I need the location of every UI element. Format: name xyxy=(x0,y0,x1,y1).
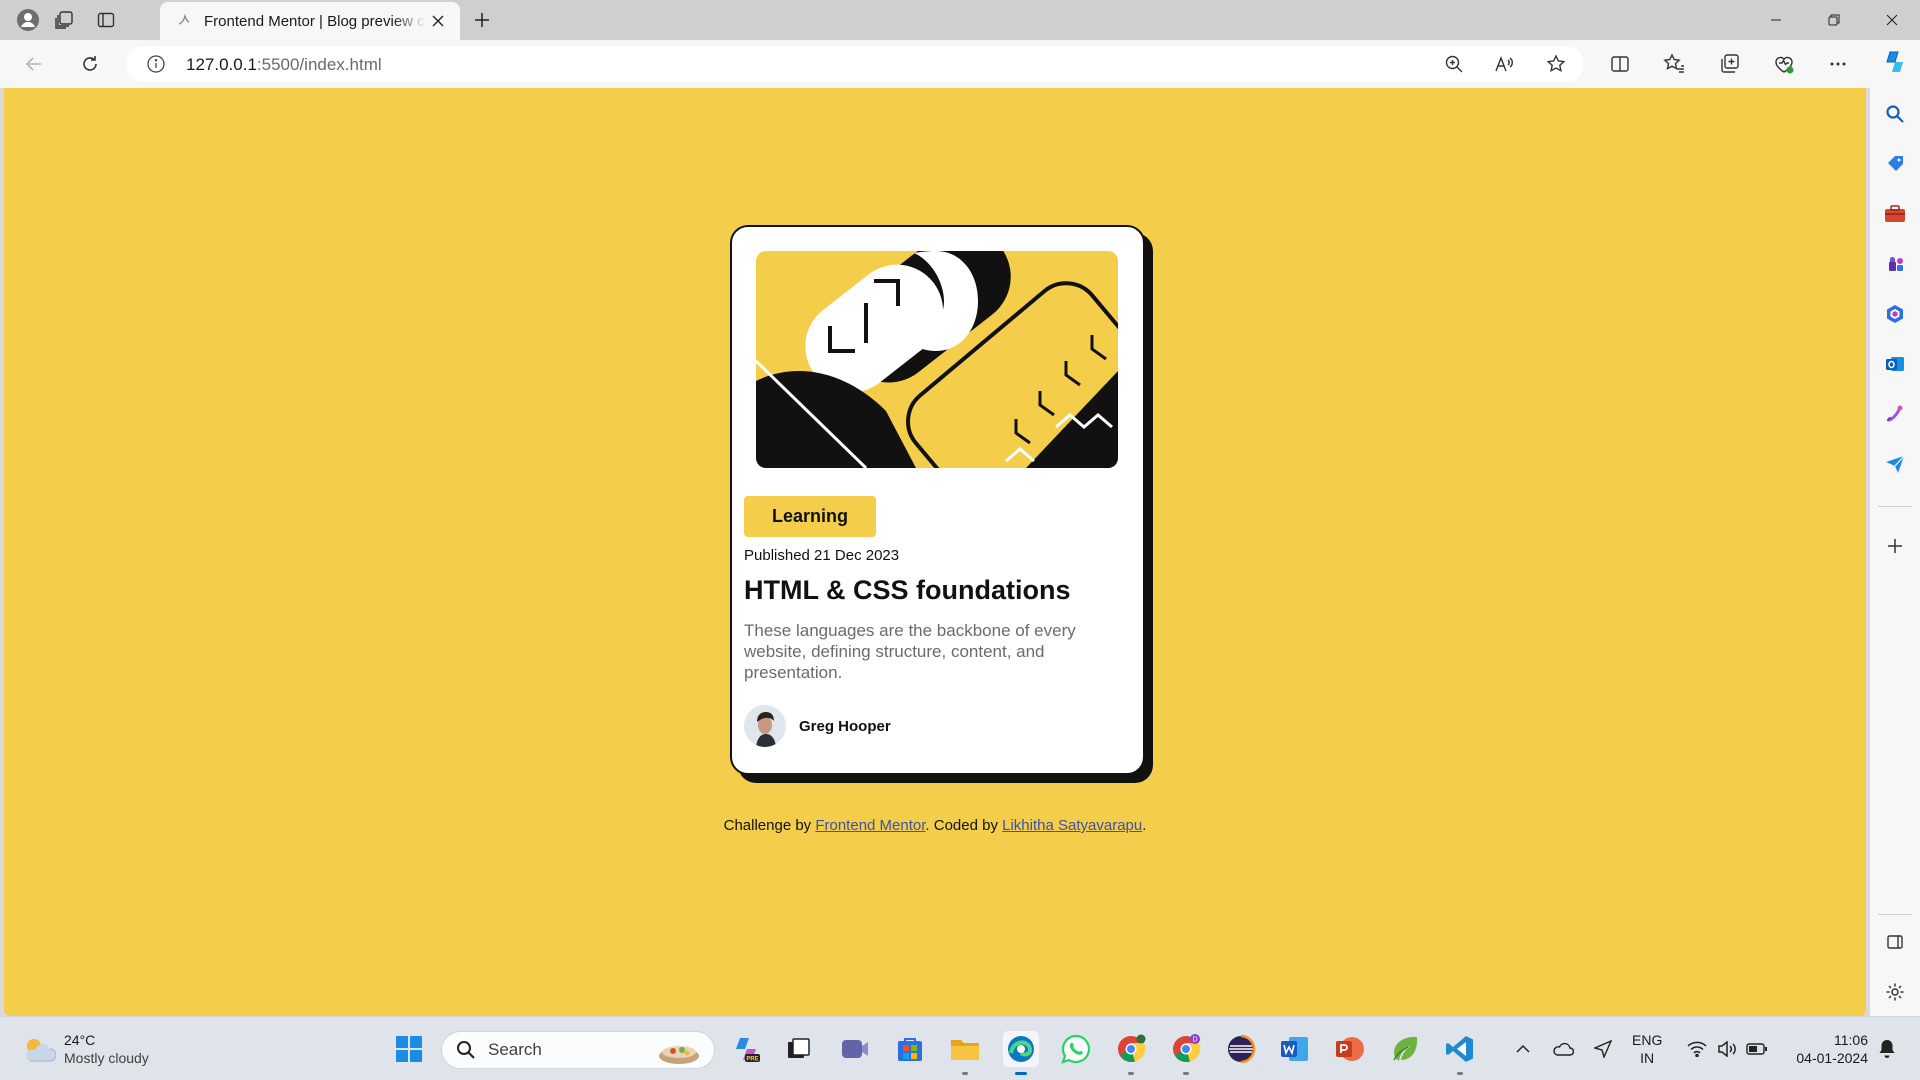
author-name: Greg Hooper xyxy=(799,717,891,735)
task-view-app[interactable] xyxy=(781,1031,817,1067)
url-text[interactable]: 127.0.0.1:5500/index.html xyxy=(186,55,382,75)
favorite-star-icon[interactable] xyxy=(1542,50,1570,78)
browser-tab[interactable]: Frontend Mentor | Blog preview card xyxy=(160,2,460,40)
avatar xyxy=(744,705,786,747)
battery-icon[interactable] xyxy=(1742,1033,1772,1065)
tab-actions-icon[interactable] xyxy=(92,6,120,34)
onedrive-icon[interactable] xyxy=(1548,1033,1578,1065)
add-sidebar-app-icon[interactable] xyxy=(1881,532,1909,560)
microsoft-store-app[interactable] xyxy=(892,1031,928,1067)
shopping-icon[interactable] xyxy=(1881,150,1909,178)
search-highlight-icon xyxy=(659,1046,699,1064)
tab-close-icon[interactable] xyxy=(426,9,450,33)
new-tab-button[interactable] xyxy=(468,6,496,34)
weather-condition: Mostly cloudy xyxy=(64,1050,149,1066)
wifi-icon[interactable] xyxy=(1682,1033,1712,1065)
minimize-button[interactable] xyxy=(1748,0,1804,40)
taskbar: 24°C Mostly cloudy Search PRE D ENG IN 1… xyxy=(0,1016,1920,1080)
card-title[interactable]: HTML & CSS foundations xyxy=(744,575,1070,606)
frontend-mentor-link[interactable]: Frontend Mentor xyxy=(815,817,925,834)
microsoft365-icon[interactable] xyxy=(1881,300,1909,328)
edge-sidebar xyxy=(1870,40,1920,1016)
language-code: ENG xyxy=(1632,1032,1663,1048)
sidebar-divider xyxy=(1878,506,1912,507)
games-icon[interactable] xyxy=(1881,250,1909,278)
profile-icon[interactable] xyxy=(14,6,42,34)
sidebar-divider-bottom xyxy=(1878,914,1912,915)
powerpoint-app[interactable] xyxy=(1332,1031,1368,1067)
settings-icon[interactable] xyxy=(1881,978,1909,1006)
copilot-icon[interactable] xyxy=(1881,48,1909,76)
collections-icon[interactable] xyxy=(1714,48,1746,80)
close-window-button[interactable] xyxy=(1864,0,1920,40)
favorites-icon[interactable] xyxy=(1658,48,1690,80)
attribution-suffix: . xyxy=(1142,817,1147,834)
refresh-button[interactable] xyxy=(74,48,106,80)
search-label: Search xyxy=(488,1040,542,1059)
edge-app[interactable] xyxy=(1003,1031,1039,1075)
vscode-app[interactable] xyxy=(1442,1031,1478,1075)
split-screen-icon[interactable] xyxy=(1604,48,1636,80)
more-menu-icon[interactable] xyxy=(1822,48,1854,80)
browser-essentials-icon[interactable] xyxy=(1768,48,1800,80)
whatsapp-app[interactable] xyxy=(1058,1031,1094,1067)
teams-app[interactable] xyxy=(837,1031,873,1067)
weather-cloud-icon xyxy=(26,1039,56,1062)
taskbar-search[interactable]: Search xyxy=(441,1031,715,1069)
url-path: :5500/index.html xyxy=(256,55,382,74)
attribution: Challenge by Frontend Mentor. Coded by L… xyxy=(4,817,1866,834)
clock-date: 04-01-2024 xyxy=(1796,1050,1868,1066)
search-glass-icon xyxy=(457,1041,475,1059)
region-code: IN xyxy=(1640,1050,1655,1066)
file-explorer-app[interactable] xyxy=(947,1031,983,1075)
card-description: These languages are the backbone of ever… xyxy=(744,621,1076,682)
search-icon[interactable] xyxy=(1881,100,1909,128)
svg-text:D: D xyxy=(1192,1037,1197,1044)
restore-button[interactable] xyxy=(1806,0,1862,40)
attribution-middle: . Coded by xyxy=(925,817,1003,834)
notification-bell-icon[interactable] xyxy=(1872,1033,1902,1065)
workspaces-icon[interactable] xyxy=(50,6,78,34)
site-info-icon[interactable] xyxy=(146,54,166,74)
tools-icon[interactable] xyxy=(1881,200,1909,228)
weather-widget[interactable]: 24°C Mostly cloudy xyxy=(22,1031,149,1067)
clock-time: 11:06 xyxy=(1834,1032,1868,1048)
page-viewport: Learning Published 21 Dec 2023 HTML & CS… xyxy=(4,88,1866,1016)
show-hidden-icons-chevron-icon[interactable] xyxy=(1508,1033,1538,1065)
send-icon[interactable] xyxy=(1881,450,1909,478)
favicon-icon xyxy=(178,13,190,25)
browser-toolbar: 127.0.0.1:5500/index.html xyxy=(0,40,1920,88)
card-illustration xyxy=(756,251,1118,468)
tab-title: Frontend Mentor | Blog preview card xyxy=(204,12,426,30)
word-app[interactable] xyxy=(1277,1031,1313,1067)
back-button[interactable] xyxy=(18,48,50,80)
input-language[interactable]: ENG IN xyxy=(1632,1031,1662,1067)
attribution-prefix: Challenge by xyxy=(723,817,816,834)
chrome-profile-app[interactable]: D xyxy=(1168,1031,1204,1075)
url-host: 127.0.0.1 xyxy=(186,55,257,74)
read-aloud-icon[interactable] xyxy=(1490,50,1518,78)
author: Greg Hooper xyxy=(744,705,891,747)
start-button[interactable] xyxy=(391,1031,427,1067)
location-icon[interactable] xyxy=(1588,1033,1618,1065)
eclipse-app[interactable] xyxy=(1223,1031,1259,1067)
volume-icon[interactable] xyxy=(1712,1033,1742,1065)
clock[interactable]: 11:06 04-01-2024 xyxy=(1782,1031,1868,1067)
category-tag[interactable]: Learning xyxy=(744,496,876,537)
chrome-app[interactable] xyxy=(1113,1031,1149,1075)
tab-strip: Frontend Mentor | Blog preview card xyxy=(0,0,1920,40)
copilot-preview-app[interactable]: PRE xyxy=(728,1031,764,1067)
svg-text:PRE: PRE xyxy=(746,1057,758,1063)
outlook-icon[interactable] xyxy=(1881,350,1909,378)
weather-temperature: 24°C xyxy=(64,1032,96,1048)
designer-icon[interactable] xyxy=(1881,400,1909,428)
author-link[interactable]: Likhitha Satyavarapu xyxy=(1002,817,1142,834)
published-date: Published 21 Dec 2023 xyxy=(744,547,900,564)
zoom-icon[interactable] xyxy=(1440,50,1468,78)
address-bar[interactable]: 127.0.0.1:5500/index.html xyxy=(126,46,1584,82)
hide-sidebar-icon[interactable] xyxy=(1881,928,1909,956)
spring-tools-app[interactable] xyxy=(1387,1031,1423,1067)
blog-preview-card: Learning Published 21 Dec 2023 HTML & CS… xyxy=(730,225,1145,775)
